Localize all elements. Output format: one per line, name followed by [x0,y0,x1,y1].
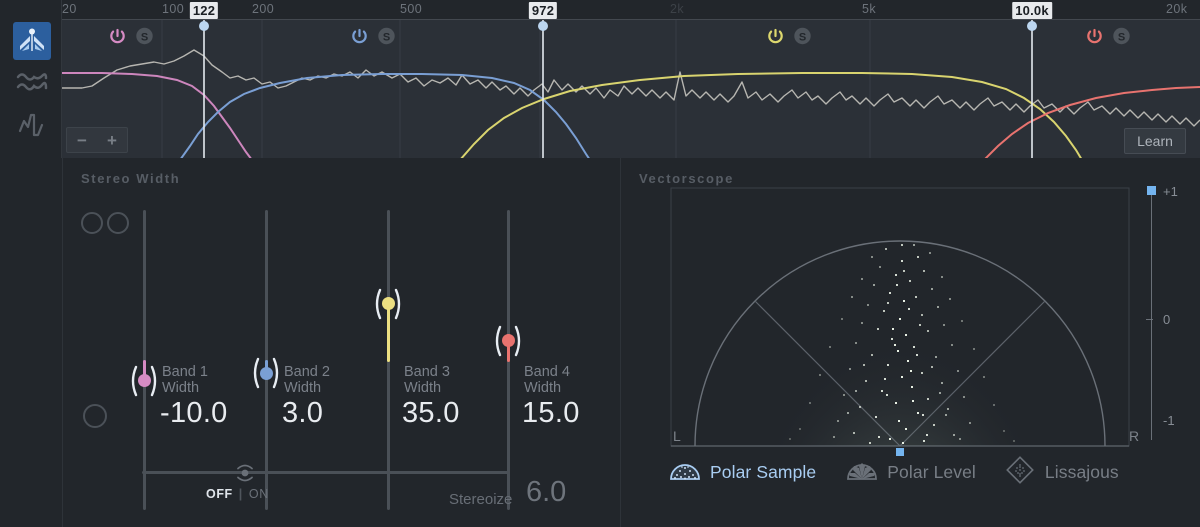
polar-sample-icon [669,457,701,488]
vectorscope-scale-zero: 0 [1163,312,1171,327]
add-band-button[interactable]: + [107,132,117,149]
spectrum-section: 20 100 200 500 2k 5k 20k 122 972 10.0k S… [0,0,1200,158]
stereoize-slider-track[interactable] [142,471,510,474]
sidebar-item-stereo-width[interactable] [13,22,51,60]
oscilloscope-icon [17,111,47,139]
band-2-controls: S [350,26,397,48]
svg-text:S: S [1118,31,1125,43]
band-2-power-button[interactable] [350,26,370,46]
band-1-width-value[interactable]: -10.0 [160,397,228,430]
band-4-label-line1: Band 4 [524,364,570,380]
stereoize-off-label[interactable]: OFF [206,487,233,501]
stereoize-slider-knob[interactable] [232,460,258,486]
spectrum-plot[interactable] [62,20,1200,158]
stereoize-divider: | [238,487,243,501]
vectorscope-mode-row: Polar Sample Polar Level Lissajous [669,456,1119,489]
mode-lissajous[interactable]: Lissajous [1006,456,1119,489]
band-4-label-line2: Width [524,379,562,396]
stereo-width-icon [17,28,47,54]
crossover-label-3[interactable]: 10.0k [1012,2,1052,19]
vectorscope-scale-plus1: +1 [1163,184,1178,199]
band-3-width-slider[interactable] [368,210,408,510]
band-3-solo-button[interactable]: S [793,26,813,46]
band-3-info: Band 3 Width [404,364,450,396]
band-4-controls: S [1085,26,1132,48]
band-2-solo-button[interactable]: S [377,26,397,46]
band-4-power-button[interactable] [1085,26,1105,46]
freq-tick-500: 500 [400,2,423,16]
vectorscope-scale-axis [1151,190,1152,440]
vectorscope-scale-minus1: -1 [1163,413,1175,428]
stereo-width-title: Stereo Width [81,171,181,186]
vectorscope-left-label: L [673,428,681,444]
crossover-label-2[interactable]: 972 [528,2,558,19]
vectorscope-title: Vectorscope [639,171,734,186]
polar-level-icon [846,457,878,488]
band-3-controls: S [766,26,813,48]
freq-tick-20k: 20k [1166,2,1188,16]
mode-polar-sample-label: Polar Sample [710,462,817,482]
band-3-width-value[interactable]: 35.0 [402,397,460,430]
svg-text:S: S [141,31,148,43]
band-4-width-value[interactable]: 15.0 [522,397,580,430]
band-3-slider-knob[interactable] [382,297,395,310]
band-4-info: Band 4 Width [524,364,570,396]
band-1-label-line2: Width [162,379,200,396]
freq-tick-100: 100 [162,2,185,16]
freq-tick-5k: 5k [862,2,877,16]
lower-section: Stereo Width Band 1 Width -10.0 Band 2 W… [0,158,1200,527]
view-sidebar [0,0,62,158]
vectorscope-display[interactable] [665,186,1135,486]
stereo-width-panel: Stereo Width Band 1 Width -10.0 Band 2 W… [62,158,618,527]
vectorscope-panel: Vectorscope L R +1 0 -1 Polar Sample Pol… [620,158,1200,527]
band-2-label-line2: Width [284,379,322,396]
stereoize-value[interactable]: 6.0 [526,476,566,509]
sidebar-item-waveform[interactable] [13,64,51,102]
band-2-info: Band 2 Width [284,364,330,396]
stereoize-name-label: Stereoize [449,491,513,508]
mode-polar-sample[interactable]: Polar Sample [669,457,816,488]
band-2-slider-knob[interactable] [260,367,273,380]
lissajous-icon [1006,456,1036,489]
band-4-slider-knob[interactable] [502,334,515,347]
svg-text:S: S [799,31,806,43]
bypass-circle[interactable] [83,404,107,428]
stereoize-toggle[interactable]: OFF | ON [206,487,269,501]
band-1-power-button[interactable] [108,26,128,46]
remove-band-button[interactable]: − [77,132,87,149]
vectorscope-right-label: R [1129,428,1140,444]
freq-tick-200: 200 [252,2,275,16]
vectorscope-scale-handle[interactable] [1147,186,1156,195]
band-1-width-slider[interactable] [124,210,164,510]
mode-polar-level-label: Polar Level [887,462,976,482]
vectorscope-scale-midtick [1146,319,1153,320]
band-3-power-button[interactable] [766,26,786,46]
stereoize-on-label[interactable]: ON [249,487,269,501]
band-1-solo-button[interactable]: S [135,26,155,46]
band-4-width-slider[interactable] [488,210,528,510]
mode-polar-level[interactable]: Polar Level [846,457,976,488]
mode-lissajous-label: Lissajous [1044,462,1119,482]
band-1-slider-knob[interactable] [138,374,151,387]
band-2-label-line1: Band 2 [284,364,330,380]
freq-tick-20: 20 [62,2,77,16]
band-1-label-line1: Band 1 [162,364,208,380]
band-3-label-line2: Width [404,379,442,396]
band-3-label-line1: Band 3 [404,364,450,380]
band-2-width-value[interactable]: 3.0 [282,397,323,430]
freq-tick-2k: 2k [670,2,685,16]
link-circle-left[interactable] [81,212,103,234]
band-1-info: Band 1 Width [162,364,208,396]
band-4-solo-button[interactable]: S [1112,26,1132,46]
sidebar-item-oscilloscope[interactable] [13,106,51,144]
crossover-label-1[interactable]: 122 [189,2,219,19]
band-1-controls: S [108,26,155,48]
svg-text:S: S [383,31,390,43]
learn-button[interactable]: Learn [1124,128,1186,154]
band-count-stepper[interactable]: − + [66,127,128,153]
plugin-window: 20 100 200 500 2k 5k 20k 122 972 10.0k S… [0,0,1200,527]
waveform-icon [16,70,48,96]
